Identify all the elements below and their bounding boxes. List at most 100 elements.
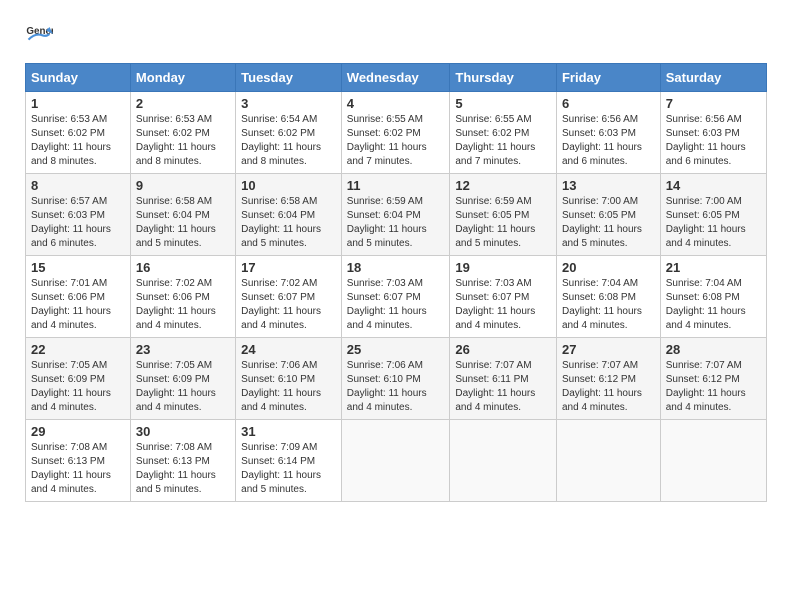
day-info: Sunrise: 7:04 AMSunset: 6:08 PMDaylight:…	[666, 278, 746, 331]
day-number: 1	[31, 96, 125, 111]
day-number: 20	[562, 260, 655, 275]
weekday-header-monday: Monday	[130, 64, 235, 92]
day-number: 11	[347, 178, 445, 193]
calendar-day-cell: 26 Sunrise: 7:07 AMSunset: 6:11 PMDaylig…	[450, 338, 557, 420]
day-info: Sunrise: 6:55 AMSunset: 6:02 PMDaylight:…	[455, 114, 535, 167]
calendar-day-cell: 19 Sunrise: 7:03 AMSunset: 6:07 PMDaylig…	[450, 256, 557, 338]
day-number: 5	[455, 96, 551, 111]
day-number: 7	[666, 96, 761, 111]
day-number: 15	[31, 260, 125, 275]
calendar-day-cell: 20 Sunrise: 7:04 AMSunset: 6:08 PMDaylig…	[556, 256, 660, 338]
calendar-day-cell: 7 Sunrise: 6:56 AMSunset: 6:03 PMDayligh…	[660, 92, 766, 174]
day-info: Sunrise: 7:07 AMSunset: 6:11 PMDaylight:…	[455, 360, 535, 413]
page-header: General	[25, 20, 767, 48]
day-info: Sunrise: 7:03 AMSunset: 6:07 PMDaylight:…	[347, 278, 427, 331]
calendar-week-row: 22 Sunrise: 7:05 AMSunset: 6:09 PMDaylig…	[26, 338, 767, 420]
day-number: 2	[136, 96, 230, 111]
calendar-day-cell: 30 Sunrise: 7:08 AMSunset: 6:13 PMDaylig…	[130, 420, 235, 502]
day-info: Sunrise: 7:05 AMSunset: 6:09 PMDaylight:…	[31, 360, 111, 413]
calendar-week-row: 29 Sunrise: 7:08 AMSunset: 6:13 PMDaylig…	[26, 420, 767, 502]
calendar-day-cell	[556, 420, 660, 502]
calendar-week-row: 1 Sunrise: 6:53 AMSunset: 6:02 PMDayligh…	[26, 92, 767, 174]
day-number: 24	[241, 342, 336, 357]
day-number: 17	[241, 260, 336, 275]
calendar-day-cell: 8 Sunrise: 6:57 AMSunset: 6:03 PMDayligh…	[26, 174, 131, 256]
logo: General	[25, 20, 57, 48]
weekday-header-sunday: Sunday	[26, 64, 131, 92]
day-info: Sunrise: 6:58 AMSunset: 6:04 PMDaylight:…	[241, 196, 321, 249]
day-number: 22	[31, 342, 125, 357]
calendar-day-cell: 22 Sunrise: 7:05 AMSunset: 6:09 PMDaylig…	[26, 338, 131, 420]
weekday-header-saturday: Saturday	[660, 64, 766, 92]
calendar-day-cell: 3 Sunrise: 6:54 AMSunset: 6:02 PMDayligh…	[236, 92, 342, 174]
day-number: 12	[455, 178, 551, 193]
day-info: Sunrise: 6:56 AMSunset: 6:03 PMDaylight:…	[666, 114, 746, 167]
logo-icon: General	[25, 20, 53, 48]
calendar-day-cell: 12 Sunrise: 6:59 AMSunset: 6:05 PMDaylig…	[450, 174, 557, 256]
day-number: 26	[455, 342, 551, 357]
calendar-day-cell: 1 Sunrise: 6:53 AMSunset: 6:02 PMDayligh…	[26, 92, 131, 174]
day-info: Sunrise: 7:02 AMSunset: 6:07 PMDaylight:…	[241, 278, 321, 331]
day-info: Sunrise: 7:07 AMSunset: 6:12 PMDaylight:…	[562, 360, 642, 413]
day-info: Sunrise: 6:58 AMSunset: 6:04 PMDaylight:…	[136, 196, 216, 249]
day-number: 28	[666, 342, 761, 357]
day-number: 13	[562, 178, 655, 193]
calendar-day-cell: 11 Sunrise: 6:59 AMSunset: 6:04 PMDaylig…	[341, 174, 450, 256]
calendar-day-cell: 24 Sunrise: 7:06 AMSunset: 6:10 PMDaylig…	[236, 338, 342, 420]
day-number: 29	[31, 424, 125, 439]
weekday-header-wednesday: Wednesday	[341, 64, 450, 92]
calendar-table: SundayMondayTuesdayWednesdayThursdayFrid…	[25, 63, 767, 502]
calendar-day-cell	[450, 420, 557, 502]
day-info: Sunrise: 6:59 AMSunset: 6:04 PMDaylight:…	[347, 196, 427, 249]
day-number: 6	[562, 96, 655, 111]
day-number: 19	[455, 260, 551, 275]
day-info: Sunrise: 6:53 AMSunset: 6:02 PMDaylight:…	[136, 114, 216, 167]
day-number: 16	[136, 260, 230, 275]
day-info: Sunrise: 6:53 AMSunset: 6:02 PMDaylight:…	[31, 114, 111, 167]
day-info: Sunrise: 6:54 AMSunset: 6:02 PMDaylight:…	[241, 114, 321, 167]
day-number: 27	[562, 342, 655, 357]
calendar-day-cell: 9 Sunrise: 6:58 AMSunset: 6:04 PMDayligh…	[130, 174, 235, 256]
calendar-day-cell: 16 Sunrise: 7:02 AMSunset: 6:06 PMDaylig…	[130, 256, 235, 338]
day-info: Sunrise: 7:04 AMSunset: 6:08 PMDaylight:…	[562, 278, 642, 331]
calendar-day-cell: 28 Sunrise: 7:07 AMSunset: 6:12 PMDaylig…	[660, 338, 766, 420]
calendar-day-cell: 29 Sunrise: 7:08 AMSunset: 6:13 PMDaylig…	[26, 420, 131, 502]
calendar-day-cell: 25 Sunrise: 7:06 AMSunset: 6:10 PMDaylig…	[341, 338, 450, 420]
calendar-week-row: 8 Sunrise: 6:57 AMSunset: 6:03 PMDayligh…	[26, 174, 767, 256]
weekday-header-tuesday: Tuesday	[236, 64, 342, 92]
calendar-week-row: 15 Sunrise: 7:01 AMSunset: 6:06 PMDaylig…	[26, 256, 767, 338]
calendar-day-cell: 15 Sunrise: 7:01 AMSunset: 6:06 PMDaylig…	[26, 256, 131, 338]
calendar-day-cell: 13 Sunrise: 7:00 AMSunset: 6:05 PMDaylig…	[556, 174, 660, 256]
day-info: Sunrise: 7:09 AMSunset: 6:14 PMDaylight:…	[241, 442, 321, 495]
calendar-day-cell: 18 Sunrise: 7:03 AMSunset: 6:07 PMDaylig…	[341, 256, 450, 338]
day-number: 8	[31, 178, 125, 193]
calendar-day-cell: 21 Sunrise: 7:04 AMSunset: 6:08 PMDaylig…	[660, 256, 766, 338]
calendar-day-cell: 17 Sunrise: 7:02 AMSunset: 6:07 PMDaylig…	[236, 256, 342, 338]
day-info: Sunrise: 7:06 AMSunset: 6:10 PMDaylight:…	[241, 360, 321, 413]
day-number: 23	[136, 342, 230, 357]
calendar-day-cell: 31 Sunrise: 7:09 AMSunset: 6:14 PMDaylig…	[236, 420, 342, 502]
day-number: 4	[347, 96, 445, 111]
calendar-day-cell: 14 Sunrise: 7:00 AMSunset: 6:05 PMDaylig…	[660, 174, 766, 256]
calendar-day-cell	[660, 420, 766, 502]
day-info: Sunrise: 7:07 AMSunset: 6:12 PMDaylight:…	[666, 360, 746, 413]
day-info: Sunrise: 6:57 AMSunset: 6:03 PMDaylight:…	[31, 196, 111, 249]
day-info: Sunrise: 7:01 AMSunset: 6:06 PMDaylight:…	[31, 278, 111, 331]
day-info: Sunrise: 7:06 AMSunset: 6:10 PMDaylight:…	[347, 360, 427, 413]
day-number: 31	[241, 424, 336, 439]
calendar-day-cell: 4 Sunrise: 6:55 AMSunset: 6:02 PMDayligh…	[341, 92, 450, 174]
day-info: Sunrise: 7:00 AMSunset: 6:05 PMDaylight:…	[666, 196, 746, 249]
day-number: 30	[136, 424, 230, 439]
day-info: Sunrise: 7:02 AMSunset: 6:06 PMDaylight:…	[136, 278, 216, 331]
weekday-header-row: SundayMondayTuesdayWednesdayThursdayFrid…	[26, 64, 767, 92]
day-number: 14	[666, 178, 761, 193]
day-info: Sunrise: 7:08 AMSunset: 6:13 PMDaylight:…	[31, 442, 111, 495]
weekday-header-friday: Friday	[556, 64, 660, 92]
weekday-header-thursday: Thursday	[450, 64, 557, 92]
day-info: Sunrise: 6:56 AMSunset: 6:03 PMDaylight:…	[562, 114, 642, 167]
day-info: Sunrise: 6:55 AMSunset: 6:02 PMDaylight:…	[347, 114, 427, 167]
day-number: 9	[136, 178, 230, 193]
calendar-day-cell: 27 Sunrise: 7:07 AMSunset: 6:12 PMDaylig…	[556, 338, 660, 420]
day-number: 18	[347, 260, 445, 275]
day-info: Sunrise: 7:08 AMSunset: 6:13 PMDaylight:…	[136, 442, 216, 495]
